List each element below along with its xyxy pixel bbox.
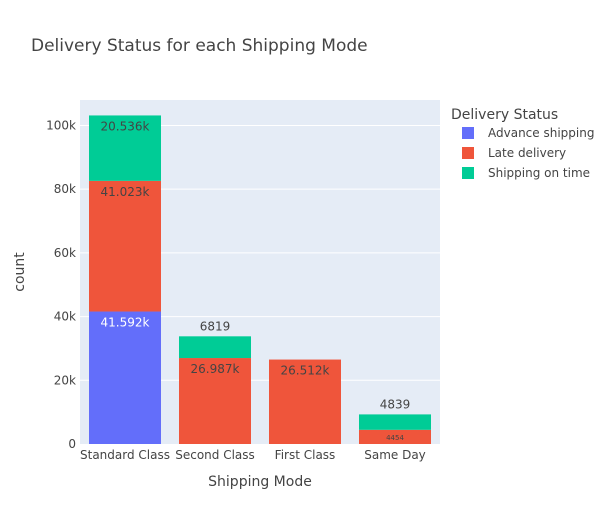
bar-value-label: 4839 [380,397,411,411]
bar-shipping-on-time [179,336,251,359]
x-axis-title: Shipping Mode [208,474,312,490]
x-tick-labels: Standard Class Second Class First Class Sam… [80,448,426,462]
bar-value-label: 41.023k [101,185,150,199]
bar-value-label: 6819 [200,319,231,333]
legend-swatch[interactable] [462,147,474,159]
bar-value-label: 26.987k [191,362,240,376]
legend-swatch[interactable] [462,167,474,179]
bar-value-label: 20.536k [101,119,150,133]
x-tick-label: Same Day [364,448,426,462]
legend-item-label[interactable]: Advance shipping [488,126,594,140]
bar-value-label: 26.512k [281,364,330,378]
bar-value-label: 41.592k [101,316,150,330]
bar-advance-shipping [89,311,161,444]
y-tick-label: 40k [54,310,76,324]
x-tick-label: Second Class [175,448,255,462]
chart: Delivery Status for each Shipping Mode 4… [12,36,594,490]
bar-late-delivery [89,180,161,312]
y-tick-label: 100k [46,118,76,132]
y-tick-label: 0 [68,437,76,451]
legend-title: Delivery Status [451,107,558,123]
chart-title: Delivery Status for each Shipping Mode [31,36,368,56]
y-tick-label: 80k [54,182,76,196]
bar-value-label: 4454 [386,434,404,442]
x-tick-label: Standard Class [80,448,170,462]
legend-item-label[interactable]: Shipping on time [488,166,590,180]
y-axis-title: count [12,252,28,292]
bar-shipping-on-time [359,414,431,430]
y-tick-label: 20k [54,373,76,387]
y-tick-labels: 0 20k 40k 60k 80k 100k [46,118,76,451]
chart-root: Delivery Status for each Shipping Mode 4… [0,0,611,525]
legend-item-label[interactable]: Late delivery [488,146,566,160]
legend: Delivery Status Advance shipping Late del… [451,107,594,180]
x-tick-label: First Class [275,448,336,462]
legend-swatch[interactable] [462,127,474,139]
y-tick-label: 60k [54,246,76,260]
